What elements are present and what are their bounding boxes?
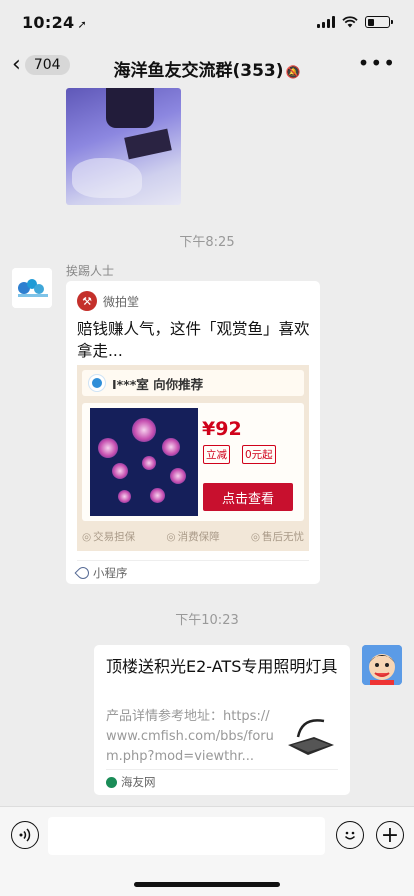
link-thumbnail: [284, 711, 336, 763]
chat-title: 海洋鱼友交流群(353) 🔕: [113, 61, 301, 81]
shop-logo-icon: [88, 374, 106, 392]
divider: [77, 560, 309, 561]
status-time: 10:24 ➚: [22, 12, 87, 32]
guarantee-item: 消费保障: [166, 529, 220, 544]
guarantee-item: 交易担保: [82, 529, 135, 544]
gavel-logo-icon: ⚒: [77, 291, 97, 311]
message-input[interactable]: [48, 817, 325, 855]
link-title: 顶楼送积光E2-ATS专用照明灯具: [106, 657, 338, 676]
location-arrow-icon: ➚: [77, 17, 87, 31]
voice-icon: [19, 828, 31, 842]
link-description: 产品详情参考地址：https://www.cmfish.com/bbs/foru…: [106, 709, 274, 764]
timestamp: 下午10:23: [175, 613, 239, 628]
discount-tag: 立减: [203, 445, 230, 464]
miniprogram-source: ⚒ 微拍堂: [77, 291, 139, 311]
cellular-signal-icon: [317, 16, 335, 28]
link-card[interactable]: 顶楼送积光E2-ATS专用照明灯具 产品详情参考地址：https://www.c…: [94, 645, 350, 795]
miniprogram-card[interactable]: ⚒ 微拍堂 赔钱赚人气，这件「观赏鱼」喜欢拿走... I***室 向你推荐 ¥9…: [66, 281, 320, 584]
voice-button[interactable]: [11, 821, 39, 849]
miniprogram-label: 小程序: [74, 564, 128, 582]
start-price-tag: 0元起: [242, 445, 276, 464]
view-button[interactable]: 点击查看: [203, 483, 293, 511]
product-price: ¥92: [202, 418, 242, 440]
avatar[interactable]: [362, 645, 402, 685]
guarantee-row: 交易担保 消费保障 售后无忧: [82, 529, 304, 544]
link-source: 海友网: [106, 774, 156, 790]
avatar[interactable]: [12, 268, 52, 308]
more-options-button[interactable]: •••: [358, 53, 396, 73]
wifi-icon: [342, 16, 358, 28]
sender-name: 挨踢人士: [66, 264, 115, 278]
link-icon: [74, 564, 92, 582]
product-panel: ¥92 立减 0元起 点击查看: [82, 403, 304, 521]
status-bar: 10:24 ➚: [0, 0, 414, 44]
product-image: [90, 408, 198, 516]
home-indicator: [134, 882, 280, 887]
timestamp: 下午8:25: [179, 235, 235, 250]
coral-avatar-icon: [12, 268, 52, 308]
guarantee-item: 售后无忧: [251, 529, 304, 544]
bell-slash-icon: 🔕: [285, 65, 301, 79]
ellipsis-icon: •••: [357, 51, 396, 75]
site-icon: [106, 776, 117, 788]
system-icons: [317, 16, 393, 28]
more-actions-button[interactable]: +: [376, 821, 404, 849]
miniprogram-preview: I***室 向你推荐 ¥92 立减 0元起 点击查看 交易担保 消费保障 售后无…: [77, 365, 309, 551]
chat-header: ‹ 704 海洋鱼友交流群(353) 🔕 •••: [0, 44, 414, 88]
plus-icon: +: [380, 822, 400, 848]
emoji-button[interactable]: [336, 821, 364, 849]
image-message[interactable]: [66, 88, 181, 205]
battery-icon: [365, 16, 393, 28]
shop-header: I***室 向你推荐: [82, 370, 304, 396]
smile-icon: [344, 831, 356, 840]
cartoon-avatar-icon: [362, 645, 402, 685]
divider: [106, 769, 338, 770]
miniprogram-text: 赔钱赚人气，这件「观赏鱼」喜欢拿走...: [77, 320, 310, 360]
